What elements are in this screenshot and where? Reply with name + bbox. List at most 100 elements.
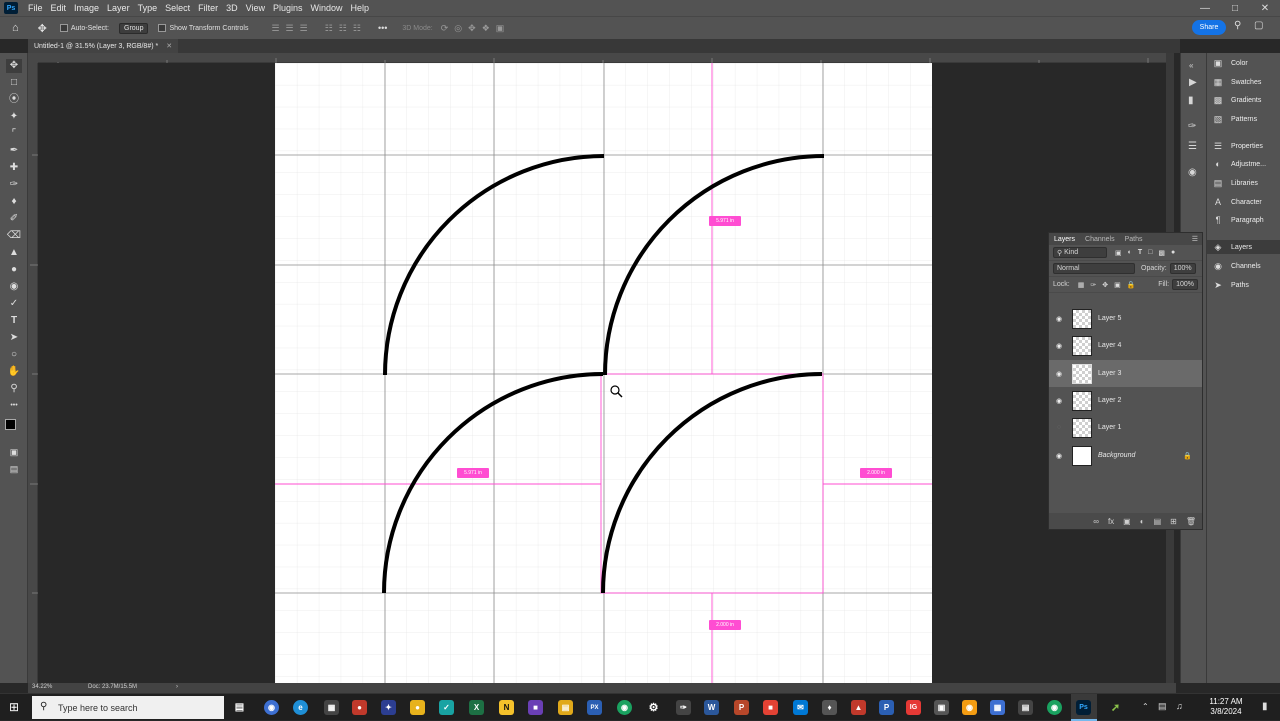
tab-paths[interactable]: Paths [1120, 236, 1148, 243]
layer-row-selected[interactable]: ◉ Layer 3 [1049, 360, 1202, 387]
align-center-icon[interactable]: ☰ [286, 23, 294, 34]
maximize-icon[interactable]: □ [1220, 0, 1250, 16]
crop-tool-icon[interactable]: ⌜ [6, 127, 22, 141]
menu-edit[interactable]: Edit [47, 3, 71, 13]
share-button[interactable]: Share [1192, 20, 1226, 35]
align-left-icon[interactable]: ☰ [271, 23, 279, 34]
layer-row[interactable]: ◉ Layer 2 [1049, 387, 1202, 414]
stamp-tool-icon[interactable]: ♦ [6, 195, 22, 209]
tool-presets-icon[interactable]: ☰ [1188, 141, 1197, 152]
document-tab[interactable]: Untitled-1 @ 31.5% (Layer 3, RGB/8#) * ✕ [28, 39, 179, 53]
3d-pan-icon[interactable]: ✥ [468, 23, 476, 34]
history-brush-icon[interactable]: ✐ [6, 212, 22, 226]
taskbar-clock[interactable]: 11:27 AM 3/8/2024 [1196, 697, 1256, 717]
app-icon-16[interactable]: ▣ [934, 700, 949, 715]
history-icon[interactable]: ▶ [1189, 77, 1197, 88]
lock-position-icon[interactable]: ✥ [1102, 281, 1108, 289]
menu-file[interactable]: File [24, 3, 47, 13]
align-bottom-icon[interactable]: ☷ [353, 23, 361, 34]
hand-tool-icon[interactable]: ✋ [6, 365, 22, 379]
adjustment-layer-icon[interactable]: ◐ [1140, 517, 1145, 526]
type-tool-icon[interactable]: T [6, 314, 22, 328]
menu-filter[interactable]: Filter [194, 3, 222, 13]
app-icon-3[interactable]: ● [352, 700, 367, 715]
new-layer-icon[interactable]: ⊞ [1170, 517, 1177, 526]
taskbar-search[interactable]: ⚲ Type here to search [32, 696, 224, 719]
tab-layers[interactable]: Layers [1049, 236, 1080, 243]
align-middle-icon[interactable]: ☷ [339, 23, 347, 34]
lock-image-icon[interactable]: ✑ [1090, 281, 1096, 289]
menu-3d[interactable]: 3D [222, 3, 242, 13]
filter-type-icon[interactable]: T [1138, 249, 1142, 256]
network-icon[interactable]: ▤ [1158, 701, 1167, 712]
dock-patterns[interactable]: ▧ Patterns [1213, 112, 1257, 126]
show-transform-checkbox[interactable]: Show Transform Controls [158, 24, 248, 32]
lock-artboard-icon[interactable]: ▣ [1114, 281, 1121, 289]
app-icon-6[interactable]: ✓ [439, 700, 454, 715]
dock-adjustments[interactable]: ◐ Adjustme... [1213, 157, 1266, 171]
path-select-icon[interactable]: ➤ [6, 331, 22, 345]
pen-tool-icon[interactable]: ✓ [6, 297, 22, 311]
more-tools-icon[interactable]: ••• [6, 399, 22, 413]
visibility-eye-icon[interactable]: ◉ [1049, 397, 1069, 405]
3d-roll-icon[interactable]: ◎ [454, 23, 462, 34]
brush-settings-icon[interactable]: ✑ [1188, 121, 1196, 132]
filter-smart-object-icon[interactable]: ▩ [1158, 249, 1165, 257]
lasso-tool-icon[interactable]: ⦿ [6, 93, 22, 107]
more-options-icon[interactable]: ••• [378, 23, 387, 33]
auto-select-checkbox[interactable]: Auto-Select: [59, 24, 109, 32]
zoom-level[interactable]: 34.22% [32, 684, 52, 690]
app-icon-14[interactable]: P [879, 700, 894, 715]
menu-select[interactable]: Select [161, 3, 194, 13]
align-right-icon[interactable]: ☰ [300, 23, 308, 34]
opacity-input[interactable]: 100% [1169, 263, 1196, 274]
layer-row[interactable]: ◉ Background 🔒 [1049, 442, 1202, 469]
menu-help[interactable]: Help [347, 3, 374, 13]
app-icon-11[interactable]: ■ [763, 700, 778, 715]
close-tab-icon[interactable]: ✕ [166, 42, 172, 50]
3d-scale-icon[interactable]: ▣ [496, 23, 505, 34]
powerpoint-icon[interactable]: P [734, 700, 749, 715]
dock-paragraph[interactable]: ¶ Paragraph [1213, 213, 1264, 227]
menu-layer[interactable]: Layer [103, 3, 134, 13]
3d-rotate-icon[interactable]: ⟳ [441, 23, 449, 34]
add-mask-icon[interactable]: ▣ [1123, 517, 1131, 526]
zoom-tool-icon[interactable]: ⚲ [6, 382, 22, 396]
app-icon-17[interactable]: ◉ [962, 700, 977, 715]
settings-gear-icon[interactable]: ⚙ [646, 700, 661, 715]
dock-swatches[interactable]: ▦ Swatches [1213, 75, 1262, 89]
align-top-icon[interactable]: ☷ [325, 23, 333, 34]
app-icon-15[interactable]: IG [906, 700, 921, 715]
dock-layers[interactable]: ◈ Layers [1207, 240, 1280, 254]
filter-shape-icon[interactable]: □ [1148, 249, 1152, 256]
word-icon[interactable]: W [704, 700, 719, 715]
move-tool-icon[interactable]: ✥ [38, 22, 47, 35]
app-icon-4[interactable]: ✦ [381, 700, 396, 715]
trash-icon[interactable]: 🗑 [1186, 517, 1196, 526]
collapse-arrows-icon[interactable]: « [1189, 61, 1193, 70]
visibility-eye-icon[interactable]: ◉ [1049, 370, 1069, 378]
dock-properties[interactable]: ☰ Properties [1213, 139, 1263, 153]
fx-icon[interactable]: fx [1108, 517, 1114, 526]
magic-wand-icon[interactable]: ✦ [6, 110, 22, 124]
app-icon-9[interactable]: PX [587, 700, 602, 715]
app-icon-10[interactable]: ✑ [676, 700, 691, 715]
minimize-icon[interactable]: — [1190, 0, 1220, 16]
menu-plugins[interactable]: Plugins [269, 3, 307, 13]
chevron-right-icon[interactable]: › [176, 684, 178, 690]
filter-pixel-icon[interactable]: ▣ [1115, 249, 1122, 257]
ellipse-tool-icon[interactable]: ○ [6, 348, 22, 362]
file-explorer-icon[interactable]: ▤ [558, 700, 573, 715]
dodge-tool-icon[interactable]: ◉ [6, 280, 22, 294]
blur-tool-icon[interactable]: ● [6, 263, 22, 277]
link-layers-icon[interactable]: ∞ [1093, 517, 1099, 526]
chrome-icon[interactable]: ◉ [617, 700, 632, 715]
canvas[interactable]: 5.971 in 5.971 in 2.000 in 2.000 in [275, 63, 932, 683]
move-tool-icon[interactable]: ✥ [6, 59, 22, 73]
dock-channels[interactable]: ◉ Channels [1213, 259, 1261, 273]
app-icon-5[interactable]: ● [410, 700, 425, 715]
document-workspace[interactable]: 5.971 in 5.971 in 2.000 in 2.000 in [38, 63, 1166, 683]
excel-icon[interactable]: X [469, 700, 484, 715]
visibility-eye-icon[interactable]: ◉ [1049, 315, 1069, 323]
volume-icon[interactable]: ♫ [1176, 701, 1183, 711]
